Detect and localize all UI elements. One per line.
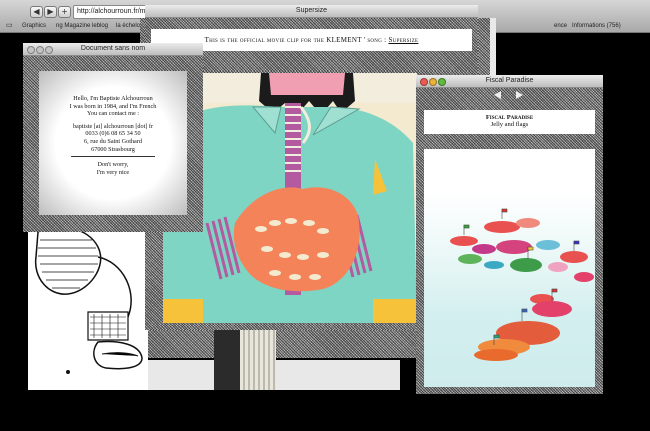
close-icon[interactable] [420,78,428,86]
email-text[interactable]: baptiste [at] alchourroun [dot] fr [53,123,173,131]
fiscal-window: Fiscal Paradise Fiscal Paradise Jelly an… [416,75,603,394]
caption-text: This is the official movie clip for the … [204,36,389,44]
fiscal-subheading: Jelly and flags [490,121,529,128]
divider [71,153,155,158]
street-text: 6, rue du Saint Gothard [84,137,142,145]
back-icon: ◀ [33,7,40,16]
supersize-titlebar[interactable]: Supersize [145,5,478,18]
city-text: 67000 Strasbourg [91,145,135,153]
back-button[interactable]: ◀ [30,6,43,18]
contact-label: You can contact me : [87,110,139,118]
supersize-link[interactable]: Supersize [388,36,418,44]
bookmark-ence[interactable]: ence [554,20,567,32]
document-contact-text: Hello, I'm Baptiste Alchourroun I was bo… [53,77,173,229]
document-window: Document sans nom Hello, I'm Baptiste Al… [23,43,203,232]
book-icon[interactable]: ▭ [6,20,13,32]
forward-icon: ▶ [47,7,54,16]
fiscal-heading: Fiscal Paradise [485,114,534,121]
intro-line: Hello, I'm Baptiste Alchourroun [73,95,153,102]
phone-text: 0033 (0)6 08 65 34 50 [85,130,141,138]
zoom-icon[interactable] [45,46,53,54]
forward-button[interactable]: ▶ [44,6,57,18]
illustration-art [28,222,148,390]
bookmark-leblog[interactable]: leblog [92,20,108,32]
bookmark-informations[interactable]: Informations (756) [572,20,621,32]
supersize-title: Supersize [295,7,328,14]
plus-icon: + [61,7,68,16]
very-nice-line: I'm very nice [96,168,130,176]
next-arrow-icon[interactable] [516,91,523,99]
background-fringe [240,330,276,390]
fiscal-heading-box: Fiscal Paradise Jelly and flags [424,110,595,134]
add-bookmark-button[interactable]: + [58,6,71,18]
bookmark-magazine[interactable]: ng Magazine [56,20,90,32]
jelly-flags-image[interactable] [424,149,595,387]
fiscal-title: Fiscal Paradise [485,77,534,84]
zoom-icon[interactable] [438,78,446,86]
dont-worry-line: Don't worry, [97,161,129,169]
minimize-icon[interactable] [36,46,44,54]
minimize-icon[interactable] [429,78,437,86]
document-title: Document sans nom [80,45,146,52]
prev-arrow-icon[interactable] [494,91,501,99]
url-field[interactable]: http://alchourroun.fr/ma [73,5,148,19]
birth-line: I was born in 1984, and I'm French [69,102,157,110]
close-icon[interactable] [27,46,35,54]
bookmark-graphics[interactable]: Graphics [22,20,46,32]
